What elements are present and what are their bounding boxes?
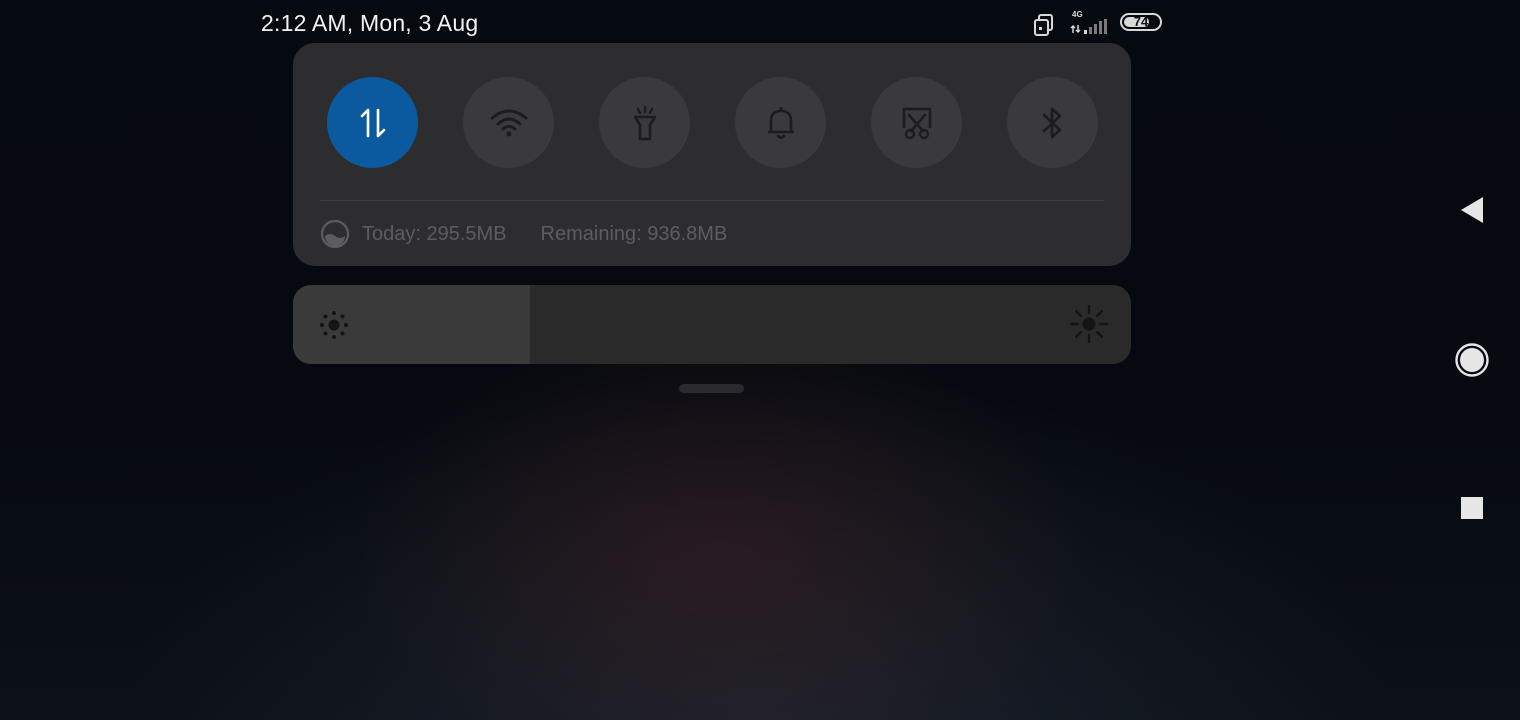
panel-drag-handle[interactable] (679, 384, 744, 393)
bell-icon (767, 106, 794, 139)
clock: 2:12 AM, Mon, 3 Aug (261, 10, 479, 36)
sun-bright-icon (1069, 304, 1109, 344)
status-bar: 2:12 AM, Mon, 3 Aug 4G 74 (0, 0, 1520, 46)
signal-icon (1070, 19, 1107, 34)
bluetooth-icon (1042, 107, 1061, 138)
scissors-icon (902, 107, 931, 139)
network-type-label: 4G (1072, 10, 1083, 19)
data-usage-row[interactable]: Today: 295.5MB Remaining: 936.8MB (320, 219, 727, 249)
tile-mobile-data[interactable] (327, 77, 418, 168)
wifi-icon (490, 109, 527, 136)
recents-icon (1461, 497, 1483, 519)
dual-sim-icon (1034, 14, 1053, 36)
flashlight-icon (633, 105, 656, 140)
navigation-bar (1440, 0, 1520, 720)
data-usage-remaining: Remaining: 936.8MB (540, 222, 728, 245)
tile-flashlight[interactable] (599, 77, 690, 168)
tile-screenshot[interactable] (871, 77, 962, 168)
recents-button[interactable] (1452, 488, 1492, 528)
status-icons: 4G 74 (1032, 10, 1172, 37)
panel-divider (320, 200, 1104, 201)
brightness-slider[interactable] (293, 285, 1131, 364)
home-icon (1455, 343, 1489, 377)
sun-dim-icon (320, 311, 348, 339)
battery-level: 74 (1133, 14, 1149, 29)
quick-settings-panel: Today: 295.5MB Remaining: 936.8MB (293, 43, 1131, 266)
data-usage-icon (320, 219, 350, 249)
data-transfer-icon (360, 108, 385, 137)
tile-bluetooth[interactable] (1007, 77, 1098, 168)
battery-icon: 74 (1120, 13, 1162, 31)
back-icon (1461, 197, 1483, 223)
data-usage-today: Today: 295.5MB (362, 222, 507, 245)
tile-sound[interactable] (735, 77, 826, 168)
home-button[interactable] (1452, 340, 1492, 380)
back-button[interactable] (1452, 190, 1492, 230)
tile-wifi[interactable] (463, 77, 554, 168)
